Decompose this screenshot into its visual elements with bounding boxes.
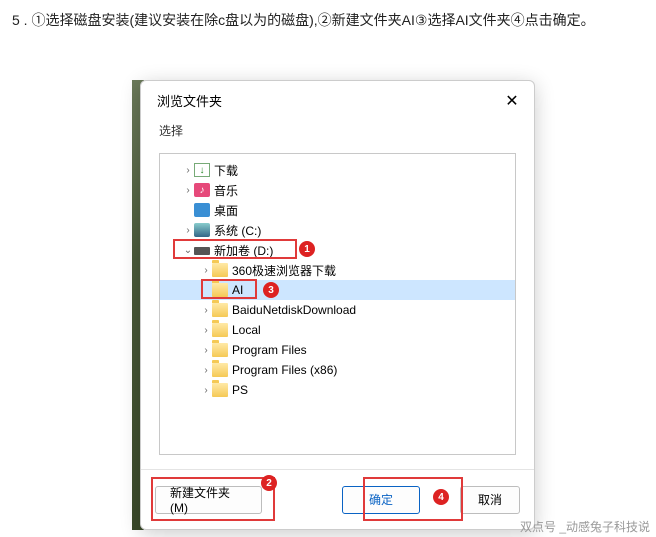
tree-item-label: 音乐 — [214, 182, 238, 199]
folder-icon — [212, 303, 228, 317]
tree-item-label: Program Files — [232, 343, 307, 357]
folder-icon — [212, 263, 228, 277]
tree-item-label: Program Files (x86) — [232, 363, 337, 377]
expander-icon[interactable]: › — [200, 325, 212, 336]
tree-row[interactable]: › 下载 — [160, 160, 515, 180]
watermark-text: 双点号 _动感兔子科技说 — [520, 518, 650, 535]
expander-icon[interactable]: › — [200, 305, 212, 316]
tree-row[interactable]: › BaiduNetdiskDownload — [160, 300, 515, 320]
expander-icon[interactable]: › — [200, 365, 212, 376]
tree-item-label: Local — [232, 323, 261, 337]
tree-item-label: 下载 — [214, 162, 238, 179]
expander-icon[interactable]: › — [200, 345, 212, 356]
tree-item-label: 360极速浏览器下载 — [232, 262, 336, 279]
system-icon — [194, 223, 210, 237]
expander-icon[interactable]: › — [182, 185, 194, 196]
music-icon — [194, 183, 210, 197]
folder-tree[interactable]: ›下载›音乐桌面›系统 (C:)⌄新加卷 (D:)›360极速浏览器下载AI›B… — [159, 153, 516, 455]
tree-item-label: AI — [232, 283, 243, 297]
tree-row[interactable]: › Program Files (x86) — [160, 360, 515, 380]
tree-item-label: BaiduNetdiskDownload — [232, 303, 356, 317]
folder-icon — [212, 323, 228, 337]
browse-folder-dialog: 浏览文件夹 ✕ 选择 ›下载›音乐桌面›系统 (C:)⌄新加卷 (D:)›360… — [140, 80, 535, 530]
tree-row[interactable]: AI — [160, 280, 515, 300]
new-folder-button[interactable]: 新建文件夹(M) — [155, 486, 262, 514]
folder-icon — [212, 343, 228, 357]
tree-item-label: PS — [232, 383, 248, 397]
expander-icon[interactable]: › — [182, 165, 194, 176]
tree-row[interactable]: › 系统 (C:) — [160, 220, 515, 240]
dialog-title: 浏览文件夹 — [157, 91, 222, 110]
folder-icon — [212, 363, 228, 377]
tree-item-label: 系统 (C:) — [214, 222, 261, 239]
tree-row[interactable]: ⌄ 新加卷 (D:) — [160, 240, 515, 260]
dialog-body: 选择 ›下载›音乐桌面›系统 (C:)⌄新加卷 (D:)›360极速浏览器下载A… — [141, 116, 534, 474]
tree-item-label: 新加卷 (D:) — [214, 242, 273, 259]
tree-row[interactable]: › Program Files — [160, 340, 515, 360]
cancel-button[interactable]: 取消 — [460, 486, 520, 514]
expander-icon[interactable]: ⌄ — [182, 245, 194, 256]
close-icon[interactable]: ✕ — [504, 93, 520, 109]
tree-row[interactable]: 桌面 — [160, 200, 515, 220]
ok-button[interactable]: 确定 — [342, 486, 420, 514]
tree-row[interactable]: › 360极速浏览器下载 — [160, 260, 515, 280]
tree-row[interactable]: › Local — [160, 320, 515, 340]
dialog-container: 浏览文件夹 ✕ 选择 ›下载›音乐桌面›系统 (C:)⌄新加卷 (D:)›360… — [140, 80, 535, 530]
tree-item-label: 桌面 — [214, 202, 238, 219]
tree-row[interactable]: › 音乐 — [160, 180, 515, 200]
folder-icon — [212, 283, 228, 297]
titlebar: 浏览文件夹 ✕ — [141, 81, 534, 116]
desktop-icon — [194, 203, 210, 217]
instruction-text: 5 . ①选择磁盘安装(建议安装在除c盘以为的磁盘),②新建文件夹AI③选择AI… — [0, 0, 656, 41]
dialog-footer: 新建文件夹(M) 确定 取消 — [141, 469, 534, 529]
expander-icon[interactable]: › — [182, 225, 194, 236]
tree-row[interactable]: › PS — [160, 380, 515, 400]
folder-icon — [212, 383, 228, 397]
prompt-label: 选择 — [159, 122, 516, 139]
download-icon — [194, 163, 210, 177]
expander-icon[interactable]: › — [200, 385, 212, 396]
expander-icon[interactable]: › — [200, 265, 212, 276]
drive-icon — [194, 247, 210, 255]
